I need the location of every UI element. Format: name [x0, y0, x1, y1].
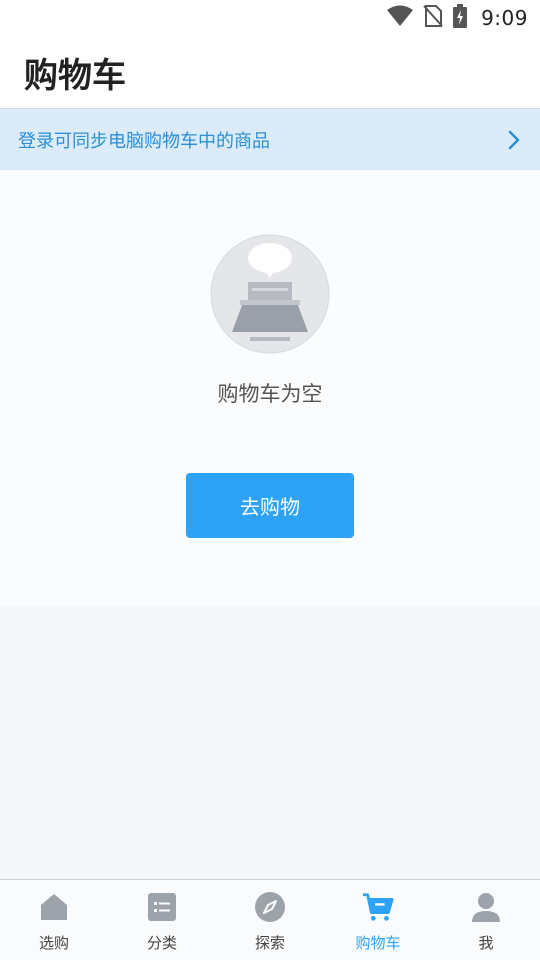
tab-me[interactable]: 我: [432, 880, 540, 960]
tab-label: 探索: [254, 934, 285, 952]
chevron-right-icon: [506, 130, 522, 150]
page-title: 购物车: [24, 55, 126, 96]
tab-label: 我: [478, 934, 494, 952]
tab-label: 选购: [38, 934, 69, 952]
status-bar: 9:09: [0, 0, 540, 36]
page-header: 购物车: [0, 36, 540, 108]
status-time: 9:09: [481, 6, 528, 30]
tab-cart[interactable]: 购物车: [324, 880, 432, 960]
home-icon: [38, 890, 70, 924]
tab-label: 分类: [146, 934, 177, 952]
compass-icon: [254, 890, 286, 924]
empty-cart-illustration-icon: [210, 234, 330, 354]
empty-cart-message: 购物车为空: [217, 382, 323, 406]
tab-shop[interactable]: 选购: [0, 880, 108, 960]
bottom-tab-bar: 选购 分类 探索 购物车 我: [0, 879, 540, 960]
category-list-icon: [146, 890, 178, 924]
wifi-icon: [387, 5, 414, 31]
tab-category[interactable]: 分类: [108, 880, 216, 960]
cart-icon: [362, 890, 394, 924]
login-sync-text: 登录可同步电脑购物车中的商品: [18, 130, 270, 152]
tab-explore[interactable]: 探索: [216, 880, 324, 960]
login-sync-banner[interactable]: 登录可同步电脑购物车中的商品: [0, 108, 540, 170]
no-sim-icon: [423, 5, 443, 31]
go-shopping-button[interactable]: 去购物: [186, 473, 354, 538]
tab-label: 购物车: [355, 934, 401, 952]
person-icon: [470, 890, 502, 924]
empty-cart-panel: 购物车为空 去购物: [0, 170, 540, 606]
battery-charging-icon: [453, 4, 468, 32]
